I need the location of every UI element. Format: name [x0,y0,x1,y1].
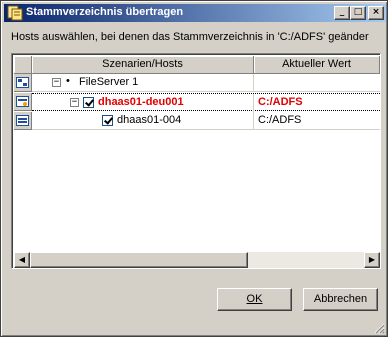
table-row[interactable]: dhaas01-004 C:/ADFS [32,112,380,130]
collapse-icon[interactable]: − [70,98,79,107]
cell-divider [253,94,254,112]
scroll-left-icon[interactable]: ◀ [14,252,30,268]
ok-button[interactable]: OK [217,288,292,311]
table-row[interactable]: − • FileServer 1 [32,74,380,92]
cancel-button[interactable]: Abbrechen [303,288,378,311]
table-row[interactable]: − dhaas01-deu001 C:/ADFS [32,93,380,112]
cell-divider [253,74,254,92]
host-checkbox[interactable] [102,115,113,126]
row-header[interactable] [14,93,32,111]
host-name: dhaas01-004 [117,114,182,126]
title-bar[interactable]: Stammverzeichnis übertragen _ □ × [4,4,386,22]
scroll-right-icon[interactable]: ▶ [364,252,380,268]
row-header[interactable] [14,112,32,130]
column-header-scenarios[interactable]: Szenarien/Hosts [32,56,254,74]
ok-label: OK [246,293,263,305]
horizontal-scrollbar[interactable]: ◀ ▶ [14,252,380,268]
hosts-grid[interactable]: Szenarien/Hosts Aktueller Wert − • FileS… [11,53,381,269]
minimize-button[interactable]: _ [334,6,350,20]
host-name: dhaas01-deu001 [98,96,184,108]
maximize-button[interactable]: □ [350,6,366,20]
server-group-icon [16,77,29,88]
window-title: Stammverzeichnis übertragen [26,6,184,18]
host-checkbox[interactable] [83,97,94,108]
header-corner [14,56,32,74]
instruction-text: Hosts auswählen, bei denen das Stammverz… [11,31,369,43]
dialog-window: Stammverzeichnis übertragen _ □ × Hosts … [0,0,388,337]
master-server-icon [16,96,29,107]
collapse-icon[interactable]: − [52,78,61,87]
column-header-current-value[interactable]: Aktueller Wert [254,56,380,74]
close-button[interactable]: × [368,6,384,20]
transfer-icon [7,5,23,21]
replica-server-icon [16,115,29,126]
bullet-icon: • [66,75,70,87]
scenario-name: FileServer 1 [79,76,139,88]
scroll-thumb[interactable] [30,252,248,268]
row-header[interactable] [14,74,32,92]
resize-grip-icon[interactable] [373,322,385,334]
current-value: C:/ADFS [258,96,303,108]
current-value: C:/ADFS [258,114,302,126]
cell-divider [253,112,254,130]
